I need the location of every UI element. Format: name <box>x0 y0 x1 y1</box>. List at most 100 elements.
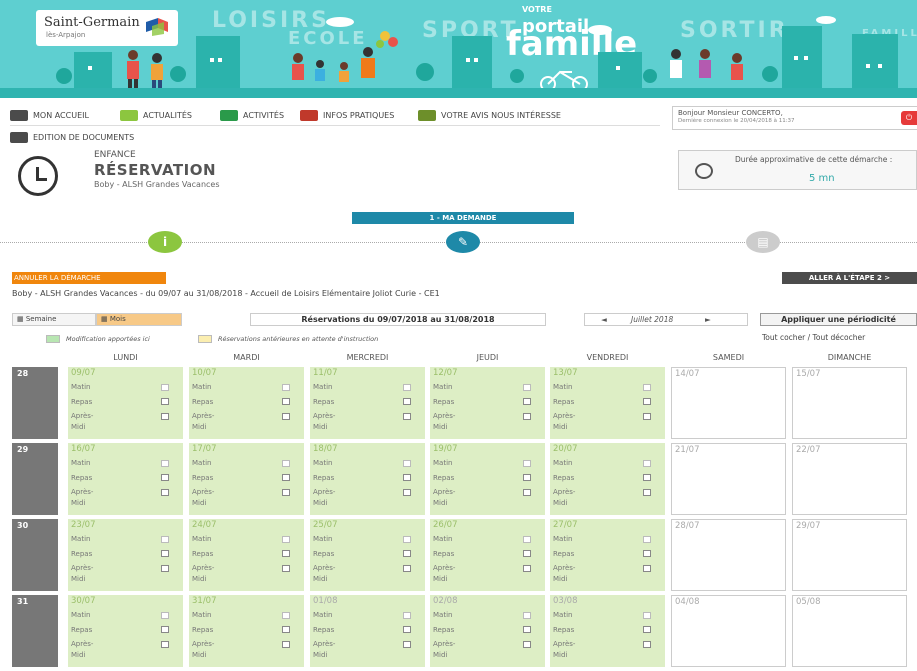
checkbox-repas[interactable] <box>643 550 651 557</box>
checkbox-apres-midi[interactable] <box>403 413 411 420</box>
checkbox-apres-midi[interactable] <box>282 489 290 496</box>
checkbox-matin[interactable] <box>403 460 411 467</box>
city-logo[interactable]: Saint-Germain lès-Arpajon <box>36 10 178 46</box>
checkbox-matin[interactable] <box>161 384 169 391</box>
day-date: 05/08 <box>796 597 821 607</box>
checkbox-repas[interactable] <box>161 550 169 557</box>
nav-item-label: EDITION DE DOCUMENTS <box>33 132 135 142</box>
step1-info-icon[interactable]: i <box>148 231 182 253</box>
checkbox-repas[interactable] <box>643 626 651 633</box>
checkbox-repas[interactable] <box>282 474 290 481</box>
slot-label-matin: Matin <box>553 535 573 543</box>
checkbox-repas[interactable] <box>523 550 531 557</box>
checkbox-matin[interactable] <box>643 384 651 391</box>
checkbox-apres-midi[interactable] <box>523 565 531 572</box>
day-date: 21/07 <box>675 445 700 455</box>
checkbox-repas[interactable] <box>523 398 531 405</box>
checkbox-apres-midi[interactable] <box>282 565 290 572</box>
slot-label-repas: Repas <box>71 398 93 406</box>
nav-item-label: VOTRE AVIS NOUS INTÉRESSE <box>441 110 561 120</box>
nav-item-edition-documents[interactable]: EDITION DE DOCUMENTS <box>10 130 134 144</box>
day-date: 10/07 <box>192 368 217 378</box>
checkbox-apres-midi[interactable] <box>643 565 651 572</box>
checkbox-matin[interactable] <box>523 536 531 543</box>
checkbox-repas[interactable] <box>161 626 169 633</box>
day-cell: 09/07 Matin Repas Après- Midi <box>68 367 183 439</box>
duration-value: 5 mn <box>809 173 835 184</box>
checkbox-repas[interactable] <box>403 474 411 481</box>
checkbox-repas[interactable] <box>161 398 169 405</box>
checkbox-matin[interactable] <box>403 536 411 543</box>
checkbox-matin[interactable] <box>643 536 651 543</box>
checkbox-apres-midi[interactable] <box>161 641 169 648</box>
checkbox-matin[interactable] <box>403 384 411 391</box>
checkbox-repas[interactable] <box>282 398 290 405</box>
day-date: 27/07 <box>553 520 578 530</box>
checkbox-apres-midi[interactable] <box>282 641 290 648</box>
checkbox-repas[interactable] <box>282 626 290 633</box>
checkbox-matin[interactable] <box>161 460 169 467</box>
cancel-button[interactable]: ANNULER LA DÉMARCHE <box>12 272 166 284</box>
apply-periodicity-button[interactable]: Appliquer une périodicité <box>760 313 917 326</box>
prev-month-button[interactable]: ◄ <box>601 314 607 325</box>
main-nav: MON ACCUEIL ACTUALITÉS ACTIVITÉS INFOS P… <box>10 106 660 152</box>
nav-item-accueil[interactable]: MON ACCUEIL <box>10 108 89 122</box>
checkbox-matin[interactable] <box>643 460 651 467</box>
checkbox-repas[interactable] <box>643 398 651 405</box>
checkbox-matin[interactable] <box>523 612 531 619</box>
checkbox-matin[interactable] <box>161 536 169 543</box>
checkbox-apres-midi[interactable] <box>161 413 169 420</box>
checkbox-apres-midi[interactable] <box>523 489 531 496</box>
checkbox-apres-midi[interactable] <box>403 565 411 572</box>
checkbox-matin[interactable] <box>282 460 290 467</box>
checkbox-apres-midi[interactable] <box>403 489 411 496</box>
checkbox-repas[interactable] <box>643 474 651 481</box>
logout-button[interactable]: ⏻ <box>901 111 917 125</box>
weekend-cell: 28/07 <box>671 519 786 591</box>
checkbox-repas[interactable] <box>403 626 411 633</box>
slot-label-matin: Matin <box>192 459 212 467</box>
checkbox-repas[interactable] <box>523 474 531 481</box>
checkbox-apres-midi[interactable] <box>282 413 290 420</box>
checkbox-apres-midi[interactable] <box>523 413 531 420</box>
checkbox-matin[interactable] <box>282 384 290 391</box>
checkbox-apres-midi[interactable] <box>643 489 651 496</box>
slot-label-matin: Matin <box>71 611 91 619</box>
checkbox-repas[interactable] <box>161 474 169 481</box>
checkbox-apres-midi[interactable] <box>643 413 651 420</box>
checkbox-repas[interactable] <box>523 626 531 633</box>
next-step-button[interactable]: ALLER À L'ÉTAPE 2 > <box>782 272 917 284</box>
slot-label-repas: Repas <box>433 474 455 482</box>
page-section: ENFANCE <box>94 150 136 160</box>
step3-document-icon[interactable]: ▤ <box>746 231 780 253</box>
checkbox-apres-midi[interactable] <box>161 565 169 572</box>
checkbox-apres-midi[interactable] <box>523 641 531 648</box>
nav-item-avis[interactable]: VOTRE AVIS NOUS INTÉRESSE <box>418 108 561 122</box>
user-greeting: Bonjour Monsieur CONCERTO, <box>678 109 783 117</box>
next-month-button[interactable]: ► <box>705 314 711 325</box>
checkbox-apres-midi[interactable] <box>643 641 651 648</box>
checkbox-repas[interactable] <box>403 398 411 405</box>
checkbox-matin[interactable] <box>403 612 411 619</box>
checkbox-matin[interactable] <box>523 384 531 391</box>
toggle-all-link[interactable]: Tout cocher / Tout décocher <box>762 334 912 342</box>
nav-item-activites[interactable]: ACTIVITÉS <box>220 108 284 122</box>
checkbox-matin[interactable] <box>282 612 290 619</box>
nav-item-actualites[interactable]: ACTUALITÉS <box>120 108 192 122</box>
nav-item-infos-pratiques[interactable]: INFOS PRATIQUES <box>300 108 394 122</box>
checkbox-repas[interactable] <box>403 550 411 557</box>
checkbox-repas[interactable] <box>282 550 290 557</box>
checkbox-matin[interactable] <box>161 612 169 619</box>
step2-pencil-icon[interactable]: ✎ <box>446 231 480 253</box>
checkbox-matin[interactable] <box>282 536 290 543</box>
slot-label-matin: Matin <box>313 611 333 619</box>
calendar-icon: ▦ <box>17 315 26 323</box>
checkbox-matin[interactable] <box>643 612 651 619</box>
slot-label-apres-midi: Après- <box>313 488 336 496</box>
weekend-cell: 05/08 <box>792 595 907 667</box>
view-week-button[interactable]: ▦ Semaine <box>12 313 96 326</box>
checkbox-matin[interactable] <box>523 460 531 467</box>
view-month-button[interactable]: ▦ Mois <box>96 313 182 326</box>
checkbox-apres-midi[interactable] <box>161 489 169 496</box>
checkbox-apres-midi[interactable] <box>403 641 411 648</box>
